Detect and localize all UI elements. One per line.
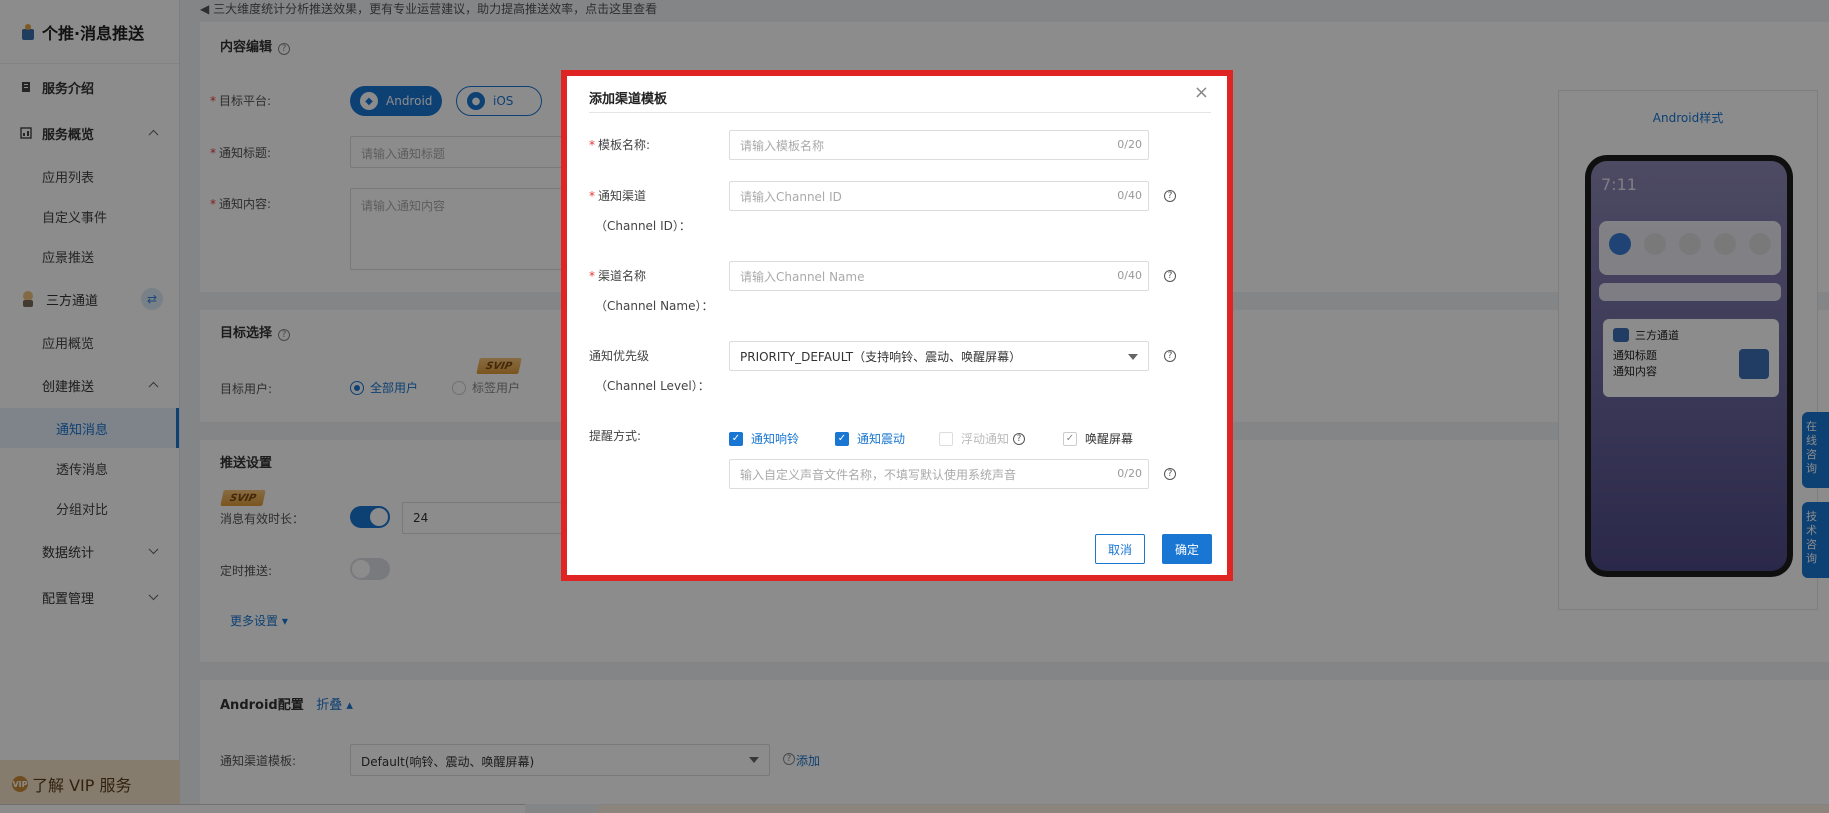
caret-down-icon (1128, 354, 1138, 360)
close-icon[interactable]: × (1194, 82, 1209, 103)
checkbox-ring[interactable]: ✓ 通知响铃 (729, 430, 799, 447)
template-name-input[interactable]: 请输入模板名称 0/20 (729, 130, 1149, 160)
priority-sublabel: （Channel Level）： (595, 379, 710, 393)
modal-highlight-frame: 添加渠道模板 × * 模板名称: 请输入模板名称 0/20 * 通知渠道 （Chan… (561, 70, 1233, 581)
checkbox-vibrate[interactable]: ✓ 通知震动 (835, 430, 905, 447)
help-icon[interactable]: ? (1164, 270, 1176, 282)
checkbox-float[interactable]: 浮动通知 ? (939, 430, 1026, 447)
help-icon[interactable]: ? (1164, 190, 1176, 202)
template-name-label: * 模板名称: (589, 138, 651, 152)
priority-select[interactable]: PRIORITY_DEFAULT（支持响铃、震动、唤醒屏幕） (729, 341, 1149, 371)
check-icon: ✓ (1063, 431, 1077, 446)
remind-label: 提醒方式: (589, 429, 642, 443)
modal-title: 添加渠道模板 (589, 92, 668, 107)
help-icon[interactable]: ? (1164, 350, 1176, 362)
help-icon[interactable]: ? (1013, 432, 1026, 445)
check-icon: ✓ (729, 431, 743, 446)
priority-label: 通知优先级 (589, 349, 650, 363)
char-counter: 0/40 (1117, 269, 1142, 282)
char-counter: 0/20 (1117, 467, 1142, 480)
char-counter: 0/20 (1117, 138, 1142, 151)
channel-name-input[interactable]: 请输入Channel Name 0/40 (729, 261, 1149, 291)
checkbox-wake[interactable]: ✓ 唤醒屏幕 (1063, 430, 1133, 447)
divider (589, 112, 1211, 113)
confirm-button[interactable]: 确定 (1162, 534, 1212, 564)
char-counter: 0/40 (1117, 189, 1142, 202)
checkbox-box (939, 431, 953, 446)
channel-name-label: * 渠道名称 (589, 269, 647, 283)
cancel-button[interactable]: 取消 (1095, 534, 1145, 564)
channel-id-input[interactable]: 请输入Channel ID 0/40 (729, 181, 1149, 211)
check-icon: ✓ (835, 431, 849, 446)
custom-sound-input[interactable]: 输入自定义声音文件名称，不填写默认使用系统声音 0/20 (729, 459, 1149, 489)
channel-name-sublabel: （Channel Name）： (595, 299, 714, 313)
add-channel-template-dialog: 添加渠道模板 × * 模板名称: 请输入模板名称 0/20 * 通知渠道 （Chan… (567, 76, 1227, 575)
channel-id-label: * 通知渠道 (589, 189, 647, 203)
help-icon[interactable]: ? (1164, 468, 1176, 480)
channel-id-sublabel: （Channel ID）： (595, 219, 691, 233)
